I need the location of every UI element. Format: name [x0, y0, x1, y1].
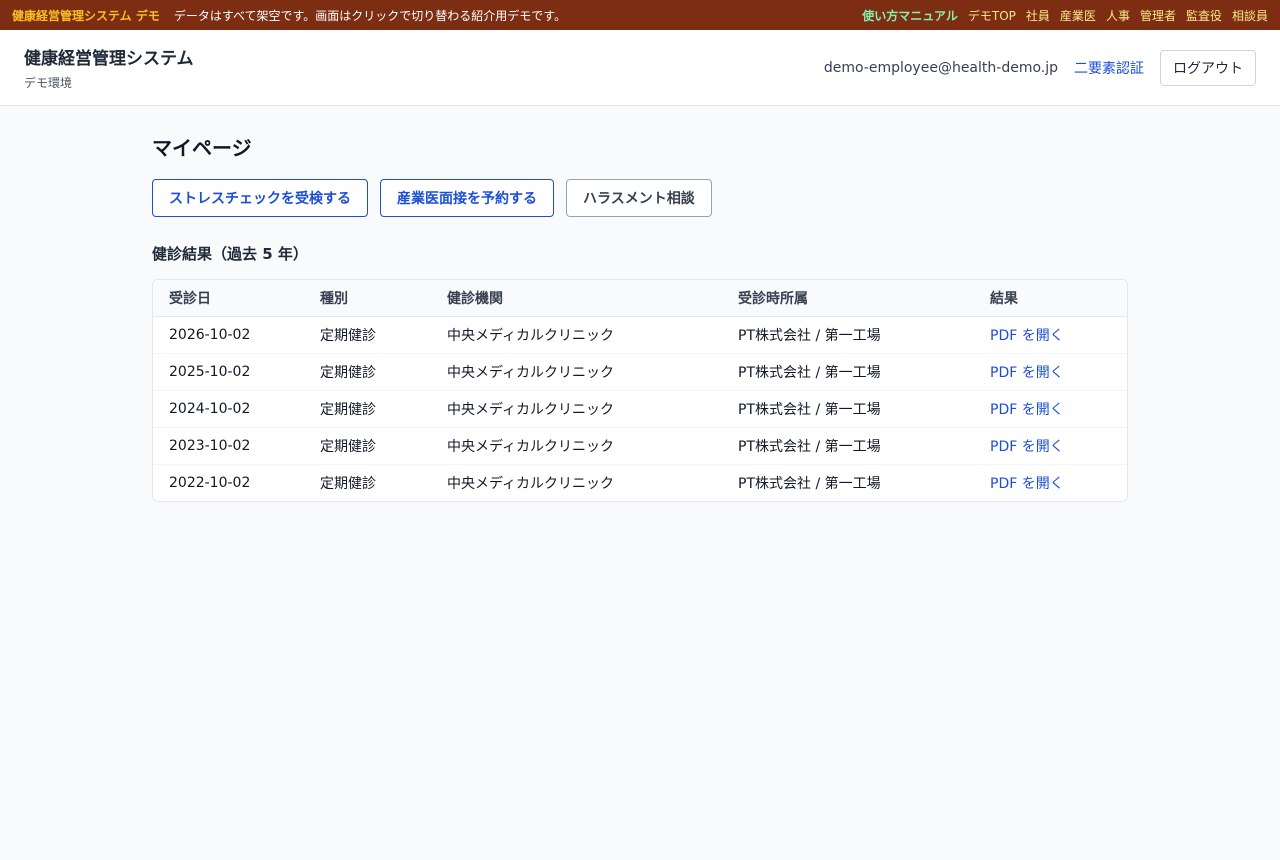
column-header-date: 受診日 [153, 280, 304, 317]
cell-date: 2023-10-02 [153, 427, 304, 465]
cell-type: 定期健診 [304, 316, 431, 354]
cell-result: PDF を開く [974, 390, 1127, 428]
cell-result: PDF を開く [974, 465, 1127, 502]
column-header-affiliation: 受診時所属 [722, 280, 974, 317]
open-pdf-link[interactable]: PDF を開く [990, 402, 1064, 418]
cell-date: 2024-10-02 [153, 390, 304, 428]
cell-institution: 中央メディカルクリニック [431, 390, 722, 428]
harassment-consultation-button[interactable]: ハラスメント相談 [566, 179, 712, 217]
user-email: demo-employee@health-demo.jp [823, 59, 1058, 76]
main-content: マイページ ストレスチェックを受検する 産業医面接を予約する ハラスメント相談 … [152, 106, 1128, 502]
open-pdf-link[interactable]: PDF を開く [990, 365, 1064, 381]
table-row: 2022-10-02 定期健診 中央メディカルクリニック PT株式会社 / 第一… [153, 465, 1127, 502]
cell-institution: 中央メディカルクリニック [447, 476, 615, 492]
open-pdf-link[interactable]: PDF を開く [990, 476, 1064, 492]
cell-affiliation: PT株式会社 / 第一工場 [722, 353, 974, 391]
demo-banner-left: 健康経営管理システム デモ データはすべて架空です。画面はクリックで切り替わる紹… [12, 7, 566, 24]
table-row: 2025-10-02 定期健診 中央メディカルクリニック PT株式会社 / 第一… [153, 353, 1127, 391]
demo-nav-top[interactable]: デモTOP [968, 7, 1016, 24]
cell-institution: 中央メディカルクリニック [431, 353, 722, 391]
checkup-results-heading: 健診結果（過去 5 年） [152, 245, 308, 263]
page-title: マイページ [152, 136, 252, 160]
checkup-table: 受診日 種別 健診機関 受診時所属 結果 2026-10-02 定期健診 中央メ… [153, 280, 1127, 501]
cell-affiliation: PT株式会社 / 第一工場 [722, 390, 974, 428]
column-header-institution: 健診機関 [431, 280, 722, 317]
demo-nav-manual[interactable]: 使い方マニュアル [862, 7, 958, 24]
cell-affiliation: PT株式会社 / 第一工場 [722, 316, 974, 354]
two-factor-auth-link[interactable]: 二要素認証 [1074, 58, 1144, 78]
demo-nav-auditor[interactable]: 監査役 [1186, 7, 1222, 24]
demo-banner-notice: データはすべて架空です。画面はクリックで切り替わる紹介用デモです。 [173, 8, 567, 23]
demo-banner: 健康経営管理システム デモ データはすべて架空です。画面はクリックで切り替わる紹… [0, 0, 1280, 30]
demo-nav: 使い方マニュアル デモTOP 社員 産業医 人事 管理者 監査役 相談員 [862, 7, 1268, 24]
checkup-results-table: 受診日 種別 健診機関 受診時所属 結果 2026-10-02 定期健診 中央メ… [152, 279, 1128, 502]
demo-nav-doctor[interactable]: 産業医 [1060, 7, 1096, 24]
header-user-area: demo-employee@health-demo.jp 二要素認証 ログアウト [823, 49, 1256, 86]
action-buttons: ストレスチェックを受検する 産業医面接を予約する ハラスメント相談 [152, 179, 1128, 217]
cell-result: PDF を開く [974, 353, 1127, 391]
cell-affiliation: PT株式会社 / 第一工場 [722, 427, 974, 465]
logout-button[interactable]: ログアウト [1160, 49, 1256, 86]
doctor-interview-booking-button[interactable]: 産業医面接を予約する [380, 179, 554, 217]
demo-nav-employee[interactable]: 社員 [1026, 7, 1050, 24]
brand: 健康経営管理システム デモ環境 [24, 44, 194, 91]
table-row: 2024-10-02 定期健診 中央メディカルクリニック PT株式会社 / 第一… [153, 390, 1127, 428]
cell-type: 定期健診 [304, 353, 431, 391]
cell-date: 2025-10-02 [153, 353, 304, 391]
stress-check-button[interactable]: ストレスチェックを受検する [152, 179, 368, 217]
column-header-type: 種別 [304, 280, 431, 317]
demo-nav-counselor[interactable]: 相談員 [1232, 7, 1268, 24]
table-row: 2026-10-02 定期健診 中央メディカルクリニック PT株式会社 / 第一… [153, 316, 1127, 354]
demo-nav-admin[interactable]: 管理者 [1140, 7, 1176, 24]
cell-type: 定期健診 [304, 390, 431, 428]
cell-result: PDF を開く [974, 427, 1127, 465]
demo-nav-hr[interactable]: 人事 [1106, 7, 1130, 24]
cell-result: PDF を開く [974, 316, 1127, 354]
cell-type: 定期健診 [320, 476, 376, 492]
app-header: 健康経営管理システム デモ環境 demo-employee@health-dem… [0, 30, 1280, 106]
open-pdf-link[interactable]: PDF を開く [990, 439, 1064, 455]
table-header-row: 受診日 種別 健診機関 受診時所属 結果 [153, 280, 1127, 317]
cell-type: 定期健診 [304, 427, 431, 465]
cell-affiliation: PT株式会社 / 第一工場 [738, 476, 881, 492]
cell-date: 2026-10-02 [153, 316, 304, 354]
table-row: 2023-10-02 定期健診 中央メディカルクリニック PT株式会社 / 第一… [153, 427, 1127, 465]
app-title: 健康経営管理システム [24, 49, 194, 69]
cell-institution: 中央メディカルクリニック [431, 427, 722, 465]
column-header-result: 結果 [974, 280, 1127, 317]
open-pdf-link[interactable]: PDF を開く [990, 328, 1064, 344]
cell-date: 2022-10-02 [169, 475, 251, 491]
app-environment-label: デモ環境 [24, 76, 73, 90]
demo-banner-title: 健康経営管理システム デモ [12, 8, 160, 23]
cell-institution: 中央メディカルクリニック [431, 316, 722, 354]
